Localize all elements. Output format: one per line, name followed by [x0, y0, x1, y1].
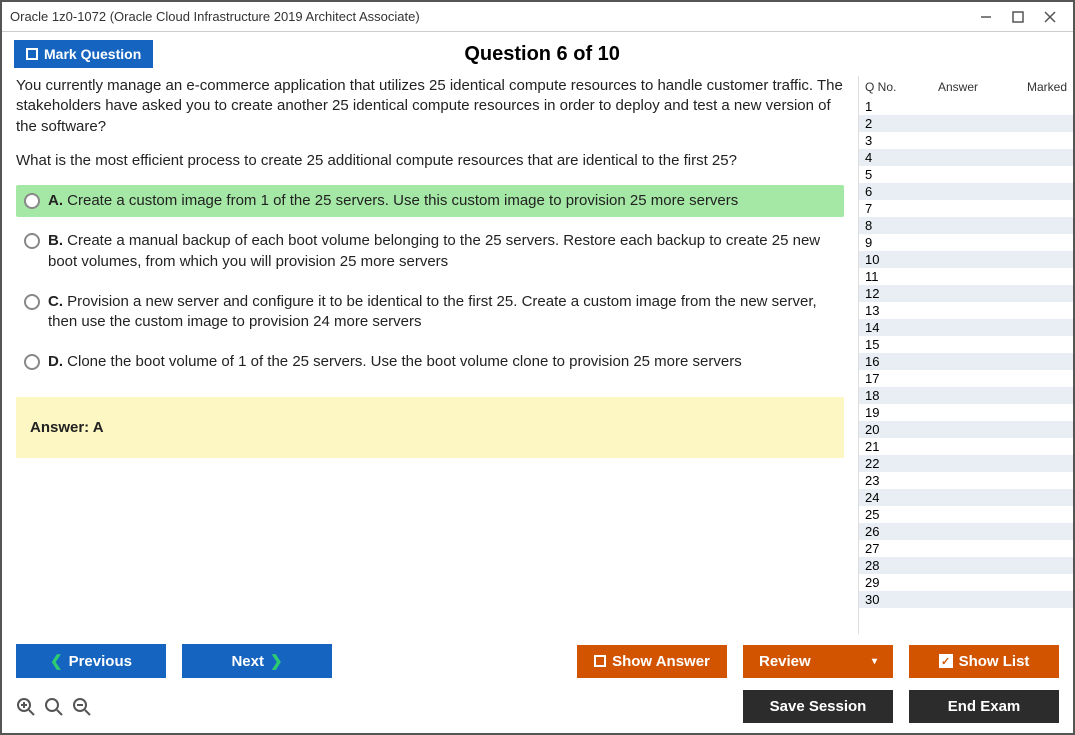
end-exam-label: End Exam — [948, 698, 1021, 715]
list-item[interactable]: 24 — [859, 489, 1073, 506]
save-session-label: Save Session — [770, 698, 867, 715]
titlebar: Oracle 1z0-1072 (Oracle Cloud Infrastruc… — [2, 2, 1073, 32]
checkbox-icon — [26, 48, 38, 60]
list-item[interactable]: 8 — [859, 217, 1073, 234]
option-a[interactable]: A. Create a custom image from 1 of the 2… — [16, 185, 844, 217]
radio-icon[interactable] — [24, 294, 40, 310]
review-button[interactable]: Review ▾ — [743, 645, 893, 678]
list-item[interactable]: 22 — [859, 455, 1073, 472]
header: Mark Question Question 6 of 10 — [2, 32, 1073, 76]
radio-icon[interactable] — [24, 233, 40, 249]
answer-label: Answer: A — [30, 419, 104, 436]
list-item[interactable]: 26 — [859, 523, 1073, 540]
chevron-left-icon: ❮ — [50, 652, 63, 670]
question-list-panel: Q No. Answer Marked 12345678910111213141… — [858, 76, 1073, 634]
option-b[interactable]: B. Create a manual backup of each boot v… — [16, 225, 844, 278]
list-item[interactable]: 2 — [859, 115, 1073, 132]
list-item[interactable]: 19 — [859, 404, 1073, 421]
option-c-text: C. Provision a new server and configure … — [48, 292, 836, 333]
question-para-1: You currently manage an e-commerce appli… — [16, 76, 844, 137]
list-item[interactable]: 3 — [859, 132, 1073, 149]
chevron-down-icon: ▾ — [872, 656, 877, 667]
radio-icon[interactable] — [24, 354, 40, 370]
list-item[interactable]: 13 — [859, 302, 1073, 319]
list-item[interactable]: 12 — [859, 285, 1073, 302]
minimize-icon[interactable] — [979, 10, 993, 24]
mark-question-label: Mark Question — [44, 46, 141, 62]
list-item[interactable]: 7 — [859, 200, 1073, 217]
option-d-text: D. Clone the boot volume of 1 of the 25 … — [48, 352, 742, 372]
save-session-button[interactable]: Save Session — [743, 690, 893, 723]
list-item[interactable]: 29 — [859, 574, 1073, 591]
list-item[interactable]: 4 — [859, 149, 1073, 166]
list-item[interactable]: 15 — [859, 336, 1073, 353]
end-exam-button[interactable]: End Exam — [909, 690, 1059, 723]
question-list-header: Q No. Answer Marked — [859, 76, 1073, 98]
list-item[interactable]: 17 — [859, 370, 1073, 387]
button-row-2: Save Session End Exam — [16, 690, 1059, 723]
col-answer: Answer — [909, 80, 1007, 94]
list-item[interactable]: 6 — [859, 183, 1073, 200]
list-item[interactable]: 25 — [859, 506, 1073, 523]
option-d[interactable]: D. Clone the boot volume of 1 of the 25 … — [16, 346, 844, 378]
window-controls — [979, 10, 1065, 24]
list-item[interactable]: 5 — [859, 166, 1073, 183]
previous-label: Previous — [69, 653, 132, 670]
col-marked: Marked — [1007, 80, 1067, 94]
mark-question-button[interactable]: Mark Question — [14, 40, 153, 68]
list-item[interactable]: 11 — [859, 268, 1073, 285]
question-para-2: What is the most efficient process to cr… — [16, 151, 844, 171]
col-qno: Q No. — [865, 80, 909, 94]
option-a-text: A. Create a custom image from 1 of the 2… — [48, 191, 738, 211]
chevron-right-icon: ❯ — [270, 652, 283, 670]
list-item[interactable]: 27 — [859, 540, 1073, 557]
checked-icon: ✓ — [939, 654, 953, 668]
show-answer-label: Show Answer — [612, 653, 710, 670]
list-item[interactable]: 21 — [859, 438, 1073, 455]
list-item[interactable]: 10 — [859, 251, 1073, 268]
button-row-1: ❮ Previous Next ❯ Show Answer Review ▾ ✓… — [16, 644, 1059, 678]
list-item[interactable]: 20 — [859, 421, 1073, 438]
review-label: Review — [759, 653, 811, 670]
content: You currently manage an e-commerce appli… — [2, 76, 1073, 634]
list-item[interactable]: 14 — [859, 319, 1073, 336]
list-item[interactable]: 23 — [859, 472, 1073, 489]
list-item[interactable]: 18 — [859, 387, 1073, 404]
option-c[interactable]: C. Provision a new server and configure … — [16, 286, 844, 339]
next-button[interactable]: Next ❯ — [182, 644, 332, 678]
show-list-label: Show List — [959, 653, 1030, 670]
question-number-label: Question 6 of 10 — [153, 43, 1061, 66]
question-list[interactable]: 1234567891011121314151617181920212223242… — [859, 98, 1073, 634]
close-icon[interactable] — [1043, 10, 1057, 24]
maximize-icon[interactable] — [1011, 10, 1025, 24]
next-label: Next — [231, 653, 264, 670]
footer: ❮ Previous Next ❯ Show Answer Review ▾ ✓… — [2, 634, 1073, 733]
app-window: Oracle 1z0-1072 (Oracle Cloud Infrastruc… — [0, 0, 1075, 735]
list-item[interactable]: 1 — [859, 98, 1073, 115]
zoom-out-icon[interactable] — [72, 697, 92, 717]
list-item[interactable]: 30 — [859, 591, 1073, 608]
zoom-controls — [16, 697, 92, 717]
previous-button[interactable]: ❮ Previous — [16, 644, 166, 678]
checkbox-icon — [594, 655, 606, 667]
show-answer-button[interactable]: Show Answer — [577, 645, 727, 678]
zoom-reset-icon[interactable] — [44, 697, 64, 717]
list-item[interactable]: 28 — [859, 557, 1073, 574]
radio-icon[interactable] — [24, 193, 40, 209]
option-b-text: B. Create a manual backup of each boot v… — [48, 231, 836, 272]
window-title: Oracle 1z0-1072 (Oracle Cloud Infrastruc… — [10, 9, 979, 24]
question-panel: You currently manage an e-commerce appli… — [2, 76, 858, 634]
answer-box: Answer: A — [16, 397, 844, 458]
list-item[interactable]: 9 — [859, 234, 1073, 251]
zoom-in-icon[interactable] — [16, 697, 36, 717]
show-list-button[interactable]: ✓ Show List — [909, 645, 1059, 678]
list-item[interactable]: 16 — [859, 353, 1073, 370]
question-text: You currently manage an e-commerce appli… — [16, 76, 844, 171]
